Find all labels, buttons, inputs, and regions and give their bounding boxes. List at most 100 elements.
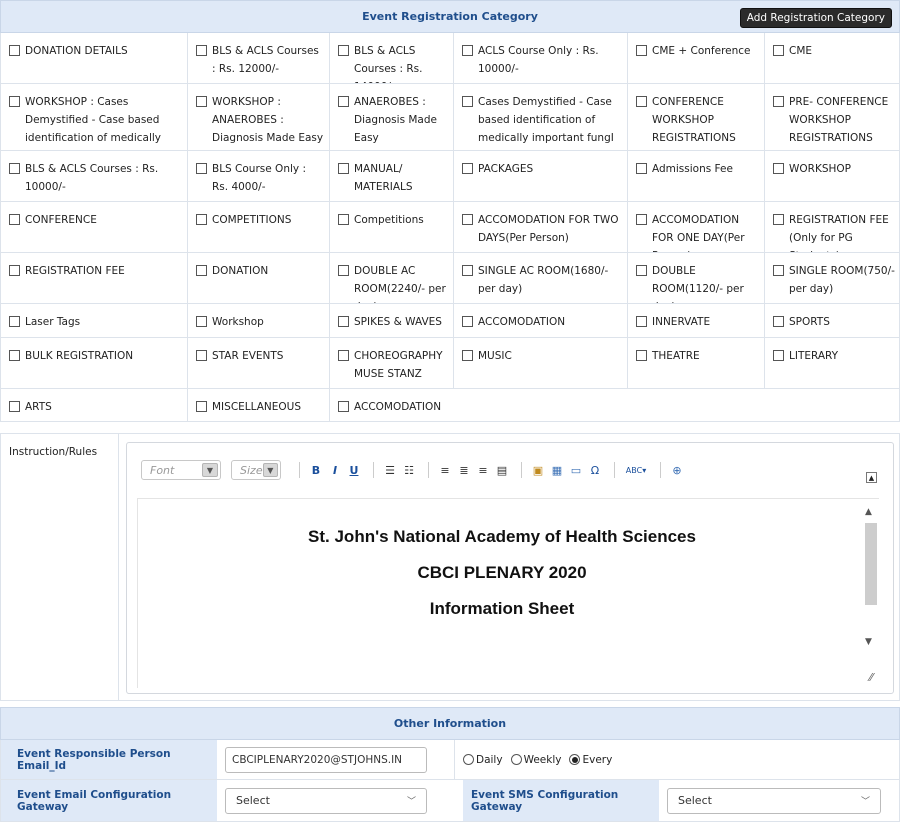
category-option[interactable]: SPIKES & WAVES xyxy=(330,304,454,337)
category-checkbox[interactable] xyxy=(462,316,473,327)
category-option[interactable]: LITERARY xyxy=(765,338,899,388)
category-option[interactable]: SINGLE ROOM(750/- per day) xyxy=(765,253,899,303)
category-option[interactable]: WORKSHOP : ANAEROBES : Diagnosis Made Ea… xyxy=(188,84,330,150)
category-checkbox[interactable] xyxy=(9,214,20,225)
category-checkbox[interactable] xyxy=(338,265,349,276)
category-checkbox[interactable] xyxy=(196,163,207,174)
insert-image-icon[interactable]: ▣ xyxy=(530,462,546,478)
category-option[interactable]: STAR EVENTS xyxy=(188,338,330,388)
category-checkbox[interactable] xyxy=(462,265,473,276)
category-checkbox[interactable] xyxy=(196,96,207,107)
add-registration-category-button[interactable]: Add Registration Category xyxy=(739,8,892,28)
category-checkbox[interactable] xyxy=(462,163,473,174)
category-option[interactable]: BLS Course Only : Rs. 4000/- xyxy=(188,151,330,201)
align-left-icon[interactable]: ≡ xyxy=(437,462,453,478)
category-option[interactable]: THEATRE xyxy=(628,338,765,388)
special-char-icon[interactable]: Ω xyxy=(587,462,603,478)
category-checkbox[interactable] xyxy=(196,45,207,56)
frequency-option-every[interactable]: Every xyxy=(569,754,612,766)
underline-button[interactable]: U xyxy=(346,462,362,478)
email-gateway-select[interactable]: Select ﹀ xyxy=(225,787,427,814)
category-checkbox[interactable] xyxy=(636,214,647,225)
category-checkbox[interactable] xyxy=(462,350,473,361)
font-select[interactable]: Font ▼ xyxy=(141,460,221,480)
category-option[interactable]: MISCELLANEOUS xyxy=(188,389,330,421)
category-option[interactable]: BLS & ACLS Courses : Rs. 14000/- xyxy=(330,33,454,83)
category-option[interactable]: WORKSHOP xyxy=(765,151,899,201)
horizontal-rule-icon[interactable]: ▭ xyxy=(568,462,584,478)
category-option[interactable]: BLS & ACLS Courses : Rs. 12000/- xyxy=(188,33,330,83)
category-checkbox[interactable] xyxy=(773,214,784,225)
category-checkbox[interactable] xyxy=(9,401,20,412)
category-option[interactable]: COMPETITIONS xyxy=(188,202,330,252)
category-checkbox[interactable] xyxy=(338,214,349,225)
spellcheck-icon[interactable]: ABC ▾ xyxy=(623,462,649,478)
category-checkbox[interactable] xyxy=(636,96,647,107)
category-option[interactable]: REGISTRATION FEE xyxy=(1,253,188,303)
category-checkbox[interactable] xyxy=(773,45,784,56)
category-checkbox[interactable] xyxy=(338,316,349,327)
category-option[interactable]: ACCOMODATION FOR TWO DAYS(Per Person) xyxy=(454,202,628,252)
category-checkbox[interactable] xyxy=(773,265,784,276)
scrollbar-thumb[interactable] xyxy=(865,523,877,605)
category-option[interactable]: DOUBLE ROOM(1120/- per day) xyxy=(628,253,765,303)
align-center-icon[interactable]: ≣ xyxy=(456,462,472,478)
unordered-list-icon[interactable]: ☷ xyxy=(401,462,417,478)
category-option[interactable]: ACCOMODATION xyxy=(330,389,454,421)
category-option[interactable]: CME + Conference xyxy=(628,33,765,83)
bold-button[interactable]: B xyxy=(308,462,324,478)
category-option[interactable]: SINGLE AC ROOM(1680/- per day) xyxy=(454,253,628,303)
category-option[interactable]: Workshop xyxy=(188,304,330,337)
category-checkbox[interactable] xyxy=(338,163,349,174)
category-checkbox[interactable] xyxy=(338,401,349,412)
category-checkbox[interactable] xyxy=(462,96,473,107)
category-checkbox[interactable] xyxy=(636,163,647,174)
category-option[interactable]: CME xyxy=(765,33,899,83)
category-option[interactable]: MUSIC xyxy=(454,338,628,388)
category-option[interactable]: BULK REGISTRATION xyxy=(1,338,188,388)
category-checkbox[interactable] xyxy=(9,350,20,361)
editor-content-area[interactable]: St. John's National Academy of Health Sc… xyxy=(137,498,879,688)
frequency-option-daily[interactable]: Daily xyxy=(463,754,503,766)
category-option[interactable]: CONFERENCE WORKSHOP REGISTRATIONS xyxy=(628,84,765,150)
category-checkbox[interactable] xyxy=(773,163,784,174)
category-option[interactable]: WORKSHOP : Cases Demystified - Case base… xyxy=(1,84,188,150)
category-option[interactable]: ACCOMODATION xyxy=(454,304,628,337)
category-checkbox[interactable] xyxy=(338,96,349,107)
category-checkbox[interactable] xyxy=(9,96,20,107)
category-checkbox[interactable] xyxy=(338,45,349,56)
category-option[interactable]: ARTS xyxy=(1,389,188,421)
category-option[interactable]: Admissions Fee xyxy=(628,151,765,201)
category-option[interactable]: MANUAL/ MATERIALS xyxy=(330,151,454,201)
scroll-down-icon[interactable]: ▼ xyxy=(865,637,872,647)
category-checkbox[interactable] xyxy=(196,214,207,225)
scroll-up-icon[interactable]: ▲ xyxy=(865,507,872,517)
sms-gateway-select[interactable]: Select ﹀ xyxy=(667,787,881,814)
toolbar-collapse-icon[interactable]: ▲ xyxy=(866,472,877,483)
frequency-option-weekly[interactable]: Weekly xyxy=(510,754,561,766)
category-checkbox[interactable] xyxy=(9,163,20,174)
category-option[interactable]: INNERVATE xyxy=(628,304,765,337)
category-option[interactable]: CHOREOGRAPHY MUSE STANZ xyxy=(330,338,454,388)
category-checkbox[interactable] xyxy=(196,350,207,361)
category-checkbox[interactable] xyxy=(462,214,473,225)
category-option[interactable]: ACCOMODATION FOR ONE DAY(Per Person) xyxy=(628,202,765,252)
category-option[interactable]: BLS & ACLS Courses : Rs. 10000/- xyxy=(1,151,188,201)
editor-scrollbar[interactable]: ▲ ▼ xyxy=(863,507,879,647)
frequency-radio[interactable] xyxy=(510,754,522,765)
insert-table-icon[interactable]: ▦ xyxy=(549,462,565,478)
category-checkbox[interactable] xyxy=(462,45,473,56)
resize-handle-icon[interactable]: ⁄⁄ xyxy=(869,671,873,684)
category-checkbox[interactable] xyxy=(773,350,784,361)
category-option[interactable]: DOUBLE AC ROOM(2240/- per day) xyxy=(330,253,454,303)
category-checkbox[interactable] xyxy=(636,45,647,56)
category-checkbox[interactable] xyxy=(773,316,784,327)
size-select[interactable]: Size ▼ xyxy=(231,460,281,480)
category-checkbox[interactable] xyxy=(636,350,647,361)
frequency-radio[interactable] xyxy=(463,754,474,765)
email-id-input[interactable] xyxy=(225,746,427,773)
category-checkbox[interactable] xyxy=(196,401,207,412)
category-checkbox[interactable] xyxy=(9,45,20,56)
category-option[interactable]: Competitions xyxy=(330,202,454,252)
category-checkbox[interactable] xyxy=(636,316,647,327)
